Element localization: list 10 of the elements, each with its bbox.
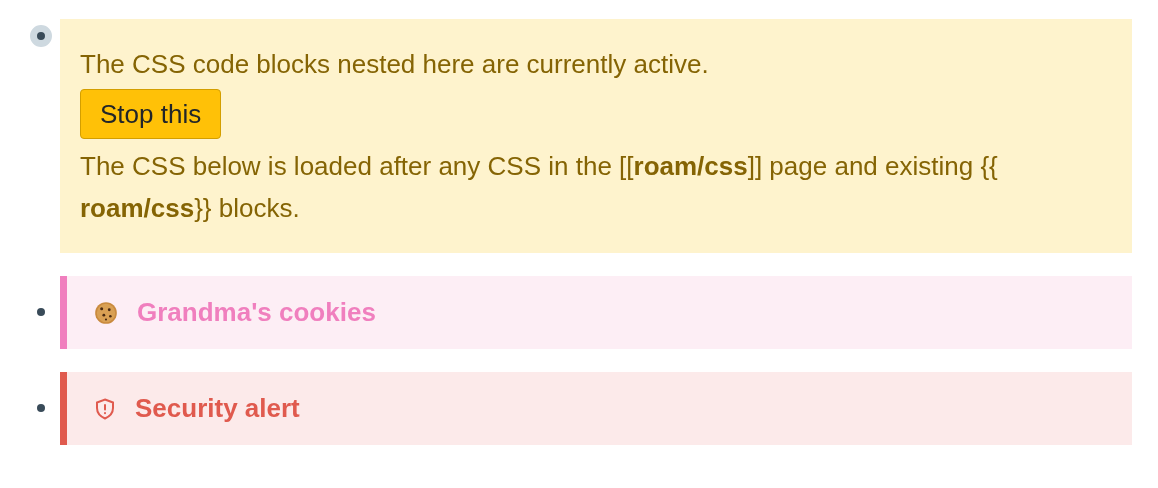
callout-title: Security alert <box>135 393 300 424</box>
bullet[interactable] <box>37 404 45 412</box>
notice-note: The CSS below is loaded after any CSS in the [[roam/css]] page and existing {{ roam/css}} blocks. <box>80 150 999 225</box>
shield-alert-icon <box>93 396 117 421</box>
bullet[interactable] <box>37 308 45 316</box>
notice-message: The CSS code blocks nested here are currently active. <box>80 48 710 81</box>
bullet[interactable] <box>30 25 52 47</box>
stop-button[interactable]: Stop this <box>80 89 222 139</box>
cookie-icon <box>93 299 119 326</box>
callout-title: Grandma's cookies <box>137 297 376 328</box>
